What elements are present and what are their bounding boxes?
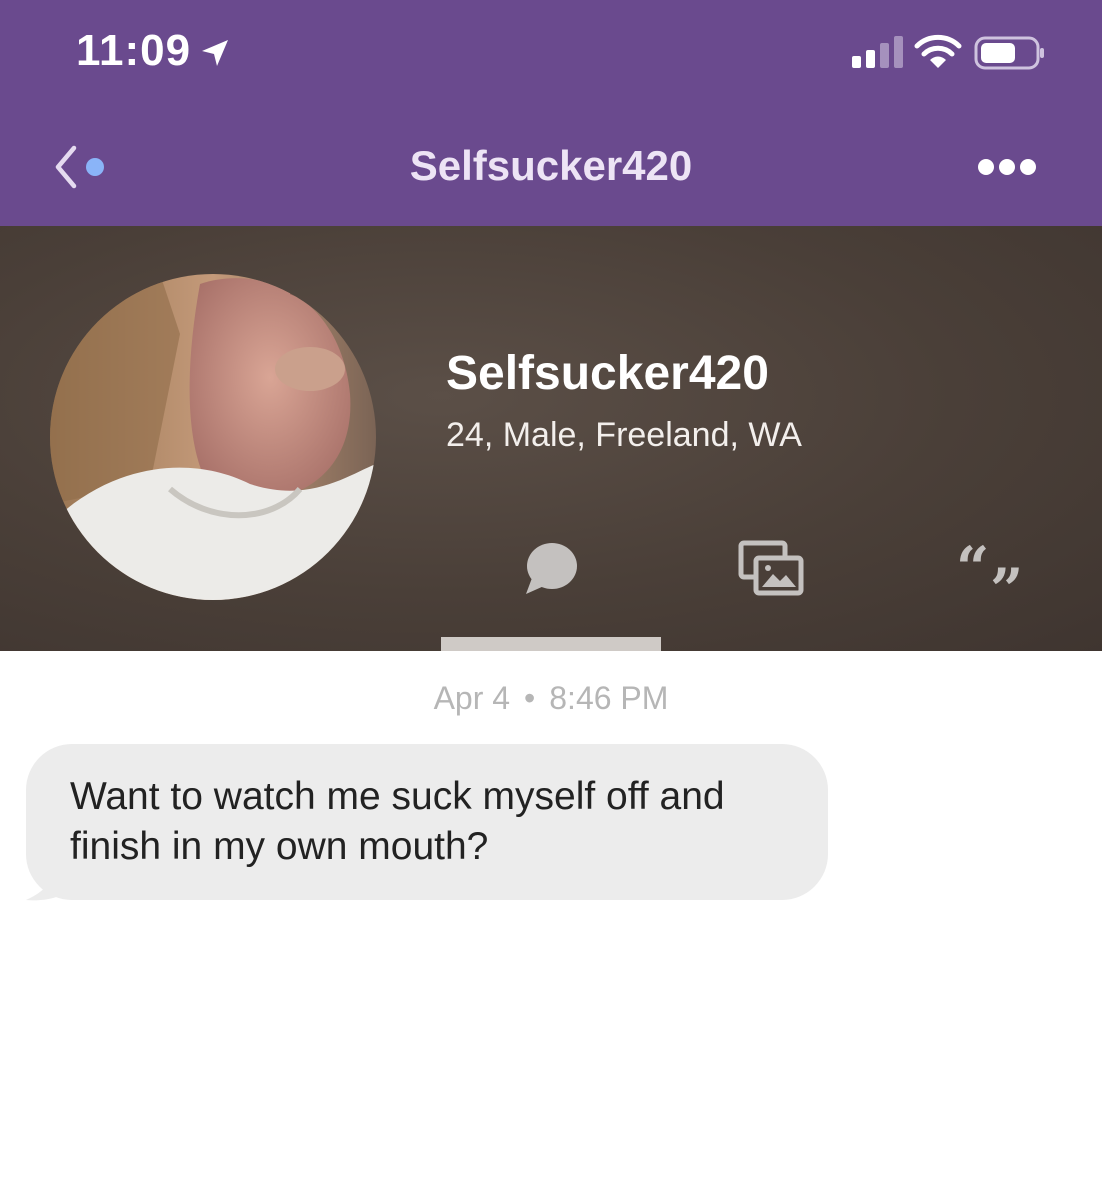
quote-icon[interactable]: “ ” — [956, 542, 1026, 592]
profile-details: 24, Male, Freeland, WA — [446, 416, 802, 454]
wifi-icon — [914, 34, 962, 68]
message-line: finish in my own mouth? — [70, 825, 489, 868]
location-arrow-icon — [202, 40, 228, 66]
message-text: Want to watch me suck myself off and fin… — [70, 772, 810, 872]
message-timestamp: Apr 4 • 8:46 PM — [0, 680, 1102, 717]
message-line: Want to watch me suck myself off and — [70, 775, 725, 818]
svg-text:”: ” — [990, 556, 1023, 592]
cellular-signal-icon — [852, 36, 903, 68]
profile-name: Selfsucker420 — [446, 347, 769, 400]
battery-icon — [974, 36, 1044, 70]
message-time: 8:46 PM — [549, 680, 669, 716]
message-date: Apr 4 — [433, 680, 511, 716]
status-time: 11:09 — [76, 26, 192, 75]
avatar[interactable] — [50, 274, 376, 600]
nav-title: Selfsucker420 — [409, 142, 693, 189]
more-icon[interactable] — [976, 156, 1038, 178]
chat-bubble-icon[interactable] — [522, 540, 578, 596]
photos-icon[interactable] — [738, 540, 804, 596]
svg-text:“: “ — [956, 542, 989, 592]
tab-indicator — [441, 637, 661, 651]
timestamp-separator: • — [524, 680, 536, 716]
